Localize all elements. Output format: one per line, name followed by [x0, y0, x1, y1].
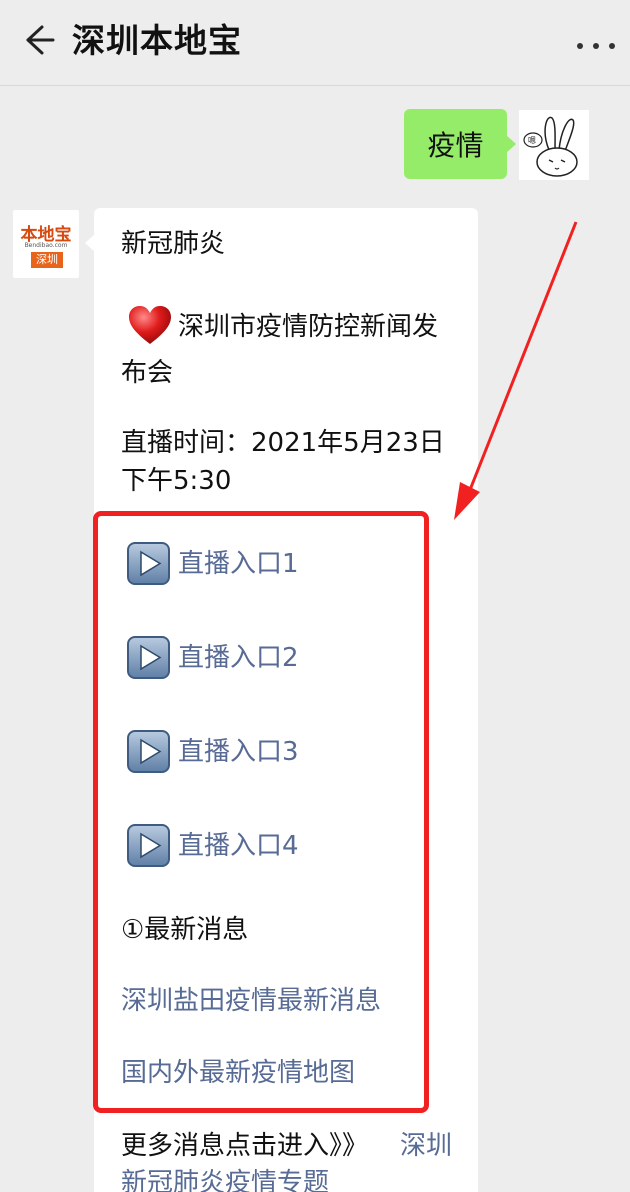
brand-logo-subtext: Bendibao.com: [24, 242, 68, 249]
live-time-line2: 下午5:30: [121, 466, 232, 496]
highlight-box: [93, 511, 429, 1113]
bunny-avatar-icon: 嗯: [523, 116, 578, 177]
topic-text: 新冠肺炎: [121, 229, 226, 259]
brand-logo-tag: 深圳: [31, 252, 63, 268]
outgoing-message-text: 疫情: [427, 129, 484, 162]
event-text-line2: 布会: [121, 358, 174, 388]
user-avatar[interactable]: 嗯: [519, 110, 589, 180]
red-arrow-icon: [454, 221, 578, 520]
event-text-line1: 深圳市疫情防控新闻发: [178, 312, 439, 342]
heart-icon: [129, 306, 171, 344]
svg-text:嗯: 嗯: [528, 136, 536, 145]
more-dots-icon[interactable]: [574, 40, 618, 52]
page-title: 深圳本地宝: [72, 21, 242, 60]
brand-avatar[interactable]: 本地宝 Bendibao.com 深圳: [13, 210, 79, 278]
outgoing-message-bubble[interactable]: 疫情: [404, 109, 516, 179]
top-bar: 深圳本地宝: [0, 0, 630, 86]
back-arrow-icon[interactable]: [20, 22, 56, 58]
more-topic-link-line2[interactable]: 新冠肺炎疫情专题: [121, 1160, 329, 1192]
more-topic-link-line1[interactable]: 深圳: [400, 1123, 452, 1169]
